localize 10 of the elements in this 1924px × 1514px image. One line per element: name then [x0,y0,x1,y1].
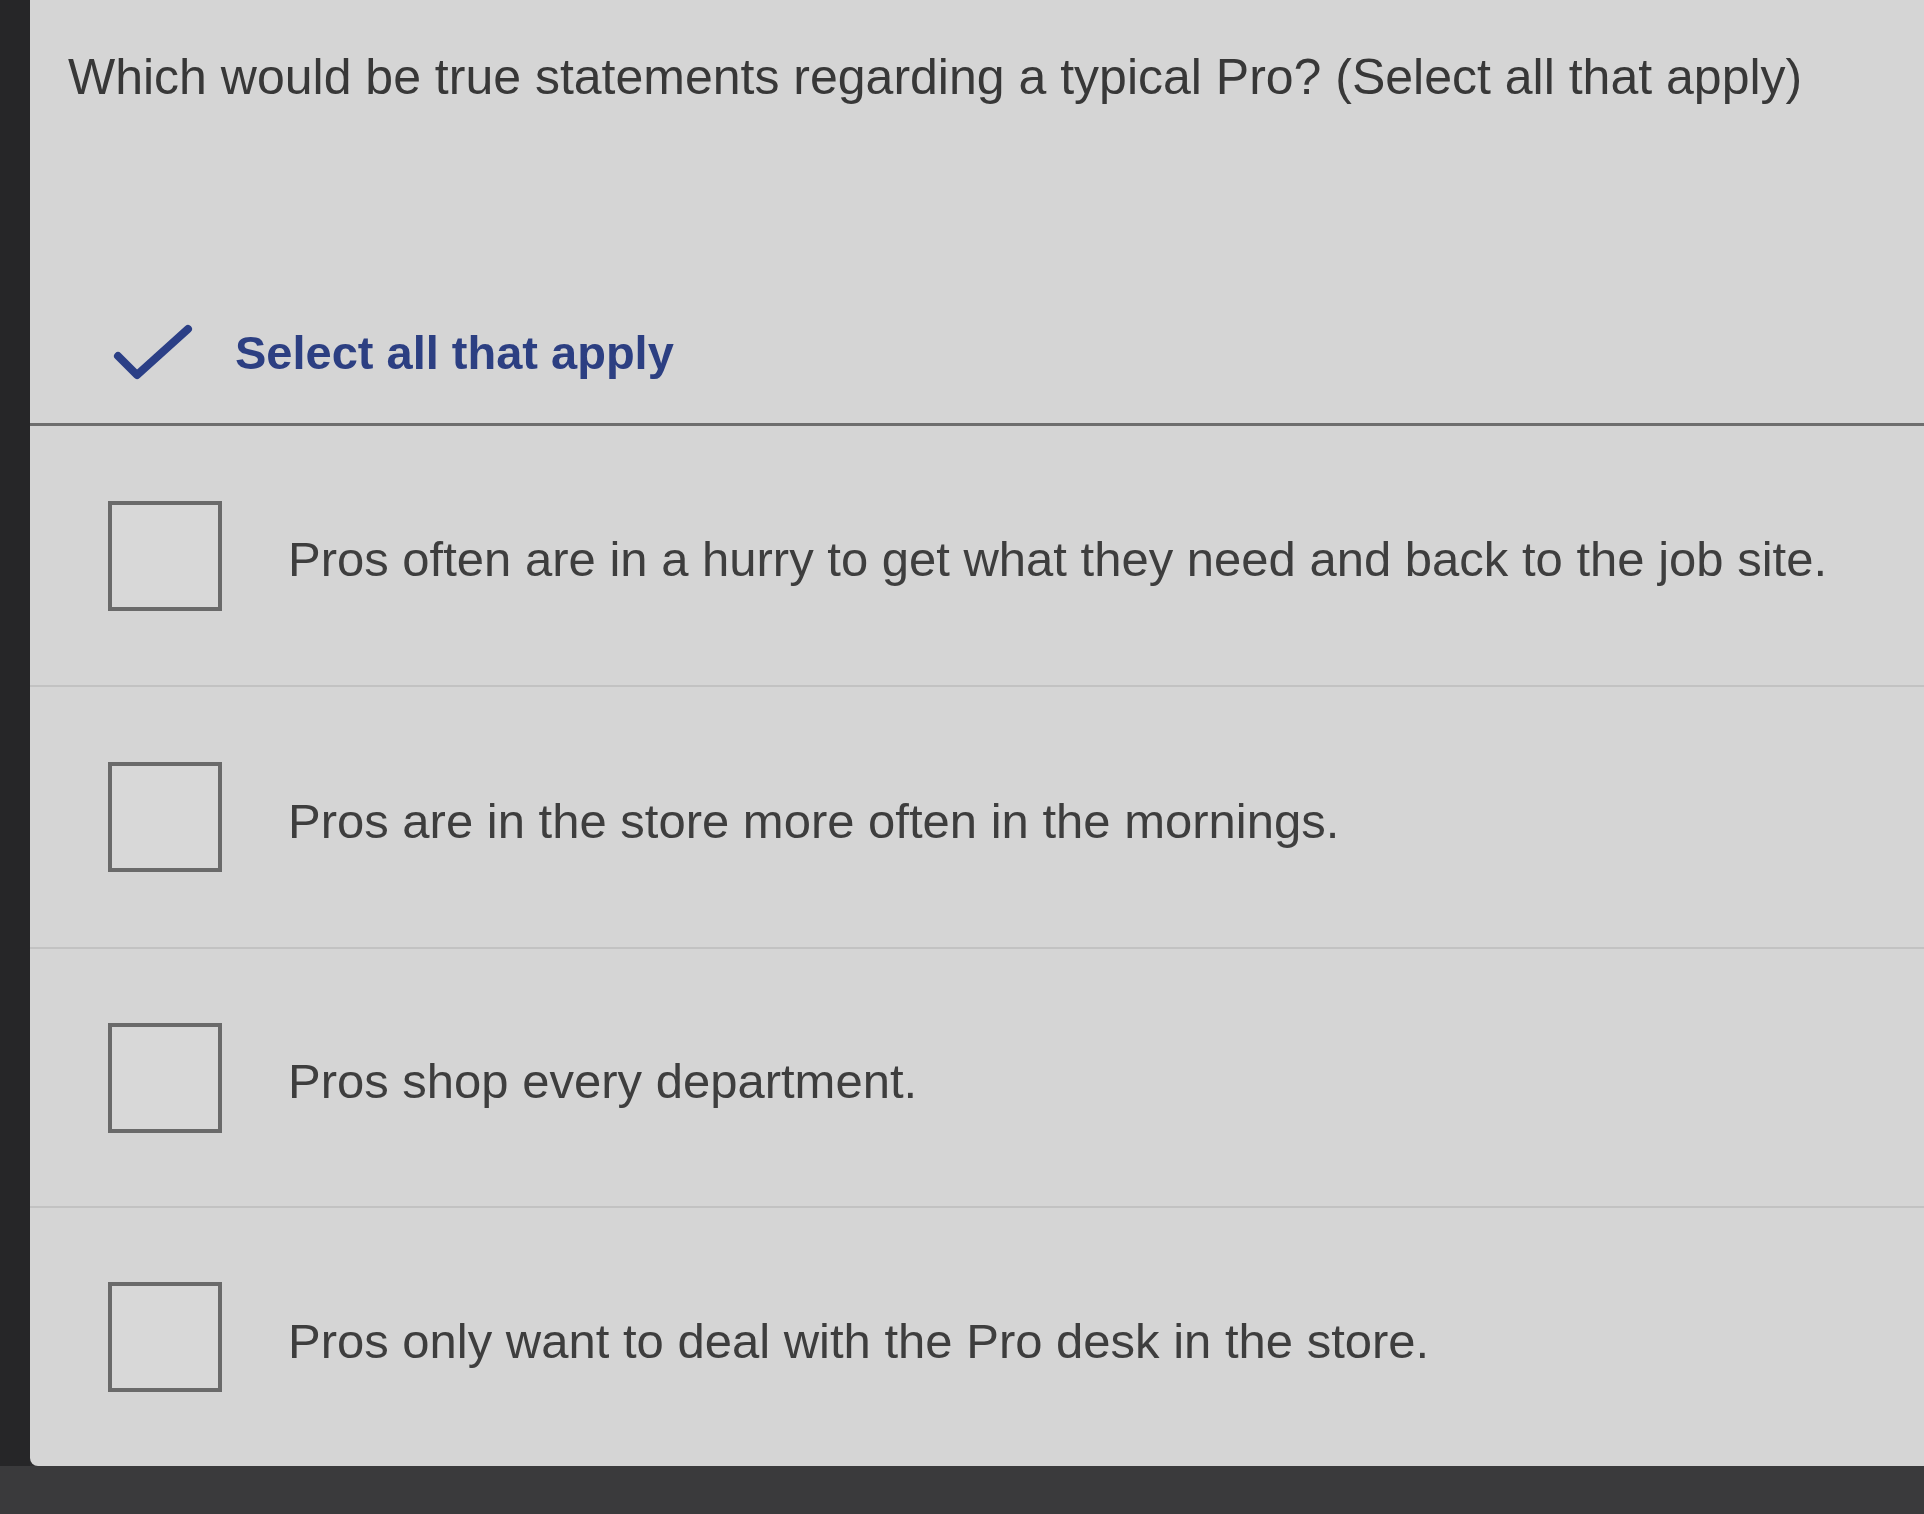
checkbox[interactable] [108,1022,222,1133]
option-label: Pros are in the store more often in the mornings. [288,796,1340,846]
question-text: Which would be true statements regarding a typical Pro? (Select all that apply) [68,52,1803,102]
option-label: Pros shop every department. [288,1057,918,1106]
check-icon [113,324,193,380]
checkbox[interactable] [108,762,222,872]
option-label: Pros often are in a hurry to get what they need and back to the job site. [288,535,1827,584]
checkbox[interactable] [108,500,222,611]
checkbox[interactable] [108,1282,222,1392]
option-label: Pros only want to deal with the Pro desk in the store. [288,1316,1430,1366]
